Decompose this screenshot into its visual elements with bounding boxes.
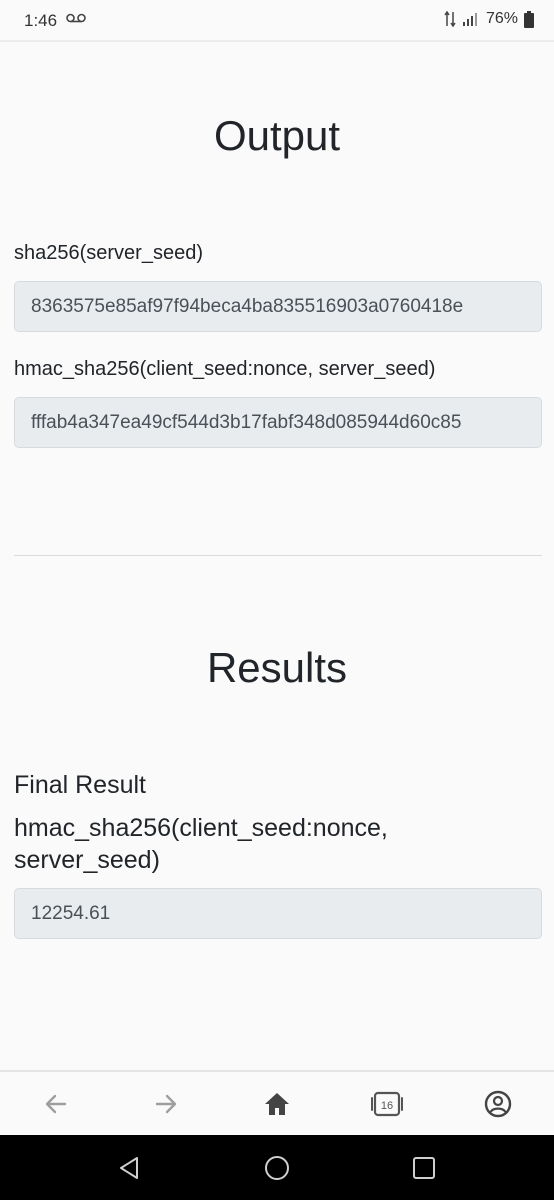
system-back-button[interactable] [109, 1149, 149, 1187]
system-recents-button[interactable] [404, 1149, 444, 1187]
system-home-button[interactable] [257, 1149, 297, 1187]
account-button[interactable] [478, 1086, 518, 1122]
results-title: Results [206, 644, 348, 691]
status-icons: 76% [444, 10, 534, 28]
voicemail-icon [66, 13, 86, 23]
server-seed-hash-label: sha256(server_seed) [14, 242, 203, 264]
forward-arrow-icon [155, 1094, 177, 1114]
final-result-label: Final Result [14, 771, 146, 799]
account-icon [484, 1090, 512, 1118]
section-divider [14, 555, 542, 556]
browser-bottom-nav: 16 [0, 1070, 554, 1135]
home-circle-icon [265, 1156, 289, 1180]
battery-percent: 76% [485, 10, 518, 27]
home-button[interactable] [257, 1086, 297, 1122]
hmac-label: hmac_sha256(client_seed:nonce, server_se… [14, 358, 436, 380]
system-nav-bar [0, 1135, 554, 1200]
back-arrow-icon [45, 1094, 67, 1114]
tabs-button[interactable]: 16 [367, 1086, 407, 1122]
output-title: Output [213, 112, 341, 159]
status-bar: 1:46 76% [0, 0, 554, 42]
server-seed-hash-field[interactable]: 8363575e85af97f94beca4ba835516903a076041… [14, 281, 542, 332]
tabs-icon: 16 [371, 1091, 403, 1117]
tab-count: 16 [381, 1100, 393, 1112]
data-arrows-icon [444, 11, 456, 27]
signal-icon [462, 13, 477, 26]
home-icon [265, 1093, 289, 1115]
status-time: 1:46 [24, 11, 58, 30]
back-button[interactable] [36, 1086, 76, 1122]
result-field-heading-line1: hmac_sha256(client_seed:nonce, [14, 814, 388, 842]
result-field-heading-line2: server_seed) [14, 846, 160, 874]
forward-button[interactable] [146, 1086, 186, 1122]
final-result-field[interactable]: 12254.61 [14, 888, 542, 939]
back-triangle-icon [120, 1157, 138, 1179]
battery-icon [524, 10, 534, 28]
recents-square-icon [413, 1157, 435, 1179]
hmac-field[interactable]: fffab4a347ea49cf544d3b17fabf348d085944d6… [14, 397, 542, 448]
